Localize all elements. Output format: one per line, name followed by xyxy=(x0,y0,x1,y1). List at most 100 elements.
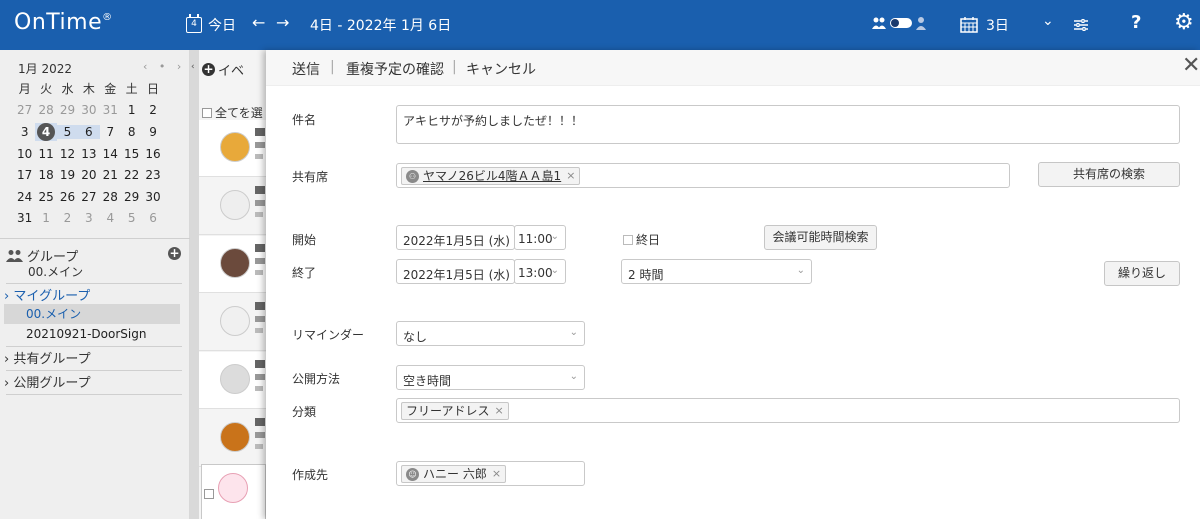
allday-checkbox[interactable]: 終日 xyxy=(623,231,660,248)
group-item-main[interactable]: 00.メイン xyxy=(4,304,180,324)
shared-group-section[interactable]: › 共有グループ xyxy=(4,348,91,367)
list-item[interactable] xyxy=(199,410,266,467)
start-date-input[interactable]: 2022年1月5日 (水) xyxy=(396,225,515,250)
calendar-day[interactable]: 13 xyxy=(78,147,99,161)
calendar-day[interactable]: 28 xyxy=(35,103,56,117)
ontime-logo[interactable]: OnTime® xyxy=(14,10,113,35)
visibility-select[interactable]: 空き時間 ⌄ xyxy=(396,365,585,390)
end-time-select[interactable]: 13:00 ⌄ xyxy=(514,259,566,284)
list-item[interactable] xyxy=(199,352,266,409)
list-item[interactable] xyxy=(199,120,266,177)
calendar-day[interactable]: 21 xyxy=(100,168,121,182)
remove-chip-icon[interactable]: × xyxy=(566,168,575,184)
calendar-day[interactable]: 10 xyxy=(14,147,35,161)
creator-field[interactable]: ☺ ハニー 六郎 × xyxy=(396,461,585,486)
list-item[interactable] xyxy=(199,294,266,351)
collapse-sidebar-button[interactable]: ‹ xyxy=(190,50,199,519)
calendar-day[interactable]: 1 xyxy=(121,103,142,117)
calendar-day[interactable]: 5 xyxy=(121,211,142,225)
end-date-input[interactable]: 2022年1月5日 (水) xyxy=(396,259,515,284)
resource-field[interactable]: ⚇ ヤマノ26ビル4階ＡＡ島1 × xyxy=(396,163,1010,188)
calendar-day[interactable]: 1 xyxy=(35,211,56,225)
subject-input[interactable]: アキヒサが予約しましたぜ！！！ xyxy=(396,105,1180,144)
creator-chip[interactable]: ☺ ハニー 六郎 × xyxy=(401,465,507,483)
checkbox[interactable] xyxy=(202,107,212,118)
calendar-day[interactable]: 3 xyxy=(78,211,99,225)
calendar-day[interactable]: 2 xyxy=(142,103,163,117)
start-time-select[interactable]: 11:00 ⌄ xyxy=(514,225,566,250)
group-item-doorsign[interactable]: 20210921-DoorSign xyxy=(4,324,180,344)
check-conflicts-button[interactable]: 重複予定の確認 xyxy=(346,59,444,79)
calendar-day[interactable]: 27 xyxy=(78,190,99,204)
checkbox[interactable] xyxy=(623,234,633,245)
view-selector[interactable]: 3日 xyxy=(960,15,1009,35)
calendar-day[interactable]: 23 xyxy=(142,168,163,182)
calendar-day[interactable]: 30 xyxy=(78,103,99,117)
list-item[interactable] xyxy=(199,236,266,293)
creator-label: 作成先 xyxy=(292,468,329,482)
calendar-day[interactable]: 7 xyxy=(100,125,121,139)
calendar-day[interactable]: 14 xyxy=(100,147,121,161)
calendar-day[interactable]: 24 xyxy=(14,190,35,204)
public-group-section[interactable]: › 公開グループ xyxy=(4,372,91,391)
cancel-button[interactable]: キャンセル xyxy=(466,59,536,79)
resource-search-button[interactable]: 共有席の検索 xyxy=(1038,162,1180,187)
calendar-day[interactable]: 26 xyxy=(57,190,78,204)
calendar-day[interactable]: 19 xyxy=(57,168,78,182)
calendar-day[interactable]: 20 xyxy=(78,168,99,182)
calendar-day[interactable]: 18 xyxy=(35,168,56,182)
calendar-day[interactable]: 4 xyxy=(100,211,121,225)
calendar-day[interactable]: 31 xyxy=(100,103,121,117)
close-icon[interactable]: ✕ xyxy=(1182,55,1200,77)
my-group-section[interactable]: › マイグループ xyxy=(4,285,90,304)
calendar-day[interactable]: 3 xyxy=(14,125,35,139)
resource-chip[interactable]: ⚇ ヤマノ26ビル4階ＡＡ島1 × xyxy=(401,167,581,185)
chevron-down-icon[interactable]: ⌄ xyxy=(1042,13,1054,29)
category-chip[interactable]: フリーアドレス × xyxy=(401,402,509,420)
toggle-switch[interactable] xyxy=(890,18,912,28)
prev-arrow-icon[interactable]: ← xyxy=(252,13,265,32)
calendar-day[interactable]: 22 xyxy=(121,168,142,182)
sidebar-divider xyxy=(6,283,182,284)
checkbox[interactable] xyxy=(204,489,214,499)
calendar-day[interactable]: 31 xyxy=(14,211,35,225)
calendar-day[interactable]: 6 xyxy=(142,211,163,225)
calendar-day-today[interactable]: 4 xyxy=(35,122,57,141)
remove-chip-icon[interactable]: × xyxy=(495,403,504,419)
calendar-day[interactable]: 11 xyxy=(35,147,56,161)
calendar-day[interactable]: 15 xyxy=(121,147,142,161)
calendar-day[interactable]: 9 xyxy=(142,125,163,139)
send-button[interactable]: 送信 xyxy=(292,59,320,79)
calendar-day-selected[interactable]: 6 xyxy=(78,124,100,139)
settings-gear-icon[interactable]: ⚙ xyxy=(1174,10,1194,35)
list-item[interactable] xyxy=(199,178,266,235)
list-item[interactable] xyxy=(201,464,266,519)
calendar-day[interactable]: 17 xyxy=(14,168,35,182)
repeat-button[interactable]: 繰り返し xyxy=(1104,261,1180,286)
mini-calendar-nav[interactable]: ‹ • › xyxy=(143,60,185,73)
calendar-day[interactable]: 28 xyxy=(100,190,121,204)
calendar-day[interactable]: 29 xyxy=(121,190,142,204)
select-all-checkbox[interactable]: 全てを選 xyxy=(202,104,263,121)
calendar-day[interactable]: 30 xyxy=(142,190,163,204)
reminder-select[interactable]: なし ⌄ xyxy=(396,321,585,346)
calendar-day[interactable]: 16 xyxy=(142,147,163,161)
calendar-day[interactable]: 12 xyxy=(57,147,78,161)
duration-select[interactable]: 2 時間 ⌄ xyxy=(621,259,812,284)
calendar-day[interactable]: 8 xyxy=(121,125,142,139)
calendar-day[interactable]: 2 xyxy=(57,211,78,225)
calendar-day[interactable]: 27 xyxy=(14,103,35,117)
category-field[interactable]: フリーアドレス × xyxy=(396,398,1180,423)
add-group-button[interactable]: + xyxy=(168,247,181,260)
find-meeting-time-button[interactable]: 会議可能時間検索 xyxy=(764,225,877,250)
next-arrow-icon[interactable]: → xyxy=(276,13,289,32)
remove-chip-icon[interactable]: × xyxy=(492,466,501,482)
calendar-day-selected[interactable]: 5 xyxy=(56,124,79,139)
today-button[interactable]: 4 今日 xyxy=(186,14,236,35)
personal-view-toggle[interactable] xyxy=(872,16,926,30)
new-event-button[interactable]: + イベ xyxy=(202,60,244,79)
filter-sliders-icon[interactable] xyxy=(1074,19,1088,31)
calendar-day[interactable]: 25 xyxy=(35,190,56,204)
help-icon[interactable]: ? xyxy=(1131,12,1141,33)
calendar-day[interactable]: 29 xyxy=(57,103,78,117)
